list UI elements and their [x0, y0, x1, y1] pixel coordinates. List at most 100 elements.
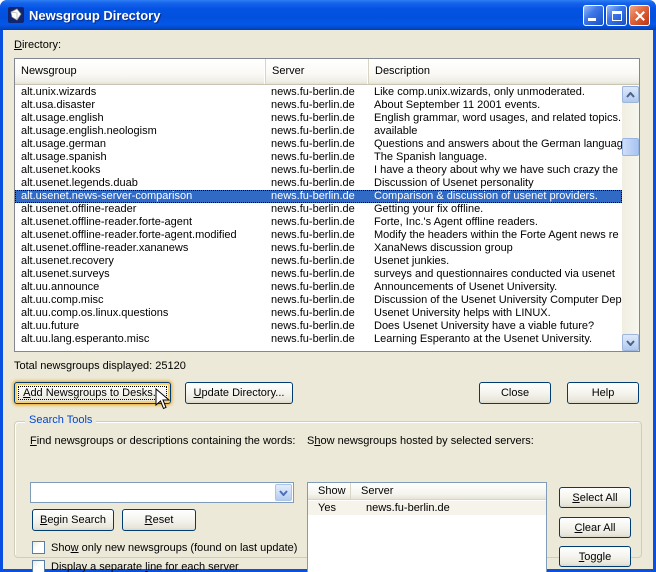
vertical-scrollbar[interactable] [622, 86, 639, 351]
select-all-label: Select All [572, 492, 618, 504]
find-label: Find newsgroups or descriptions containi… [30, 435, 296, 447]
cell-server: news.fu-berlin.de [271, 294, 355, 306]
table-row[interactable]: alt.usenet.offline-reader.forte-agent new… [15, 216, 622, 229]
update-directory-label: Update Directory... [193, 387, 285, 399]
cell-newsgroup: alt.usage.english [21, 112, 104, 124]
column-header-show[interactable]: Show [308, 483, 351, 499]
table-row[interactable]: alt.usage.spanish news.fu-berlin.de The Sp… [15, 151, 622, 164]
server-row[interactable]: Yes news.fu-berlin.de [308, 501, 546, 515]
close-button[interactable]: Close [479, 382, 551, 404]
table-row[interactable]: alt.uu.comp.os.linux.questions news.fu-be… [15, 307, 622, 320]
cell-description: Modify the headers within the Forte Agen… [374, 229, 619, 241]
table-row[interactable]: alt.usenet.legends.duab news.fu-berlin.de… [15, 177, 622, 190]
search-tools-group: Search Tools Find newsgroups or descript… [14, 414, 642, 572]
cell-server: news.fu-berlin.de [271, 268, 355, 280]
cell-server: news.fu-berlin.de [271, 190, 355, 202]
begin-search-button[interactable]: Begin Search [32, 509, 114, 531]
chevron-up-icon [626, 92, 635, 98]
table-row[interactable]: alt.uu.future news.fu-berlin.de Does Usene… [15, 320, 622, 333]
cell-server: news.fu-berlin.de [271, 333, 355, 345]
cell-description: About September 11 2001 events. [374, 99, 541, 111]
find-combobox[interactable] [30, 482, 294, 503]
cell-server: news.fu-berlin.de [271, 216, 355, 228]
select-all-button[interactable]: Select All [559, 487, 631, 508]
dialog-body: Directory: Newsgroup Server Description … [3, 30, 653, 572]
cell-description: Does Usenet University have a viable fut… [374, 320, 595, 332]
column-header-description[interactable]: Description [369, 59, 639, 84]
maximize-button[interactable] [606, 5, 627, 26]
cell-newsgroup: alt.usenet.surveys [21, 268, 110, 280]
reset-button[interactable]: Reset [122, 509, 196, 531]
cell-server: news.fu-berlin.de [271, 125, 355, 137]
scroll-down-button[interactable] [622, 334, 639, 351]
cell-description: The Spanish language. [374, 151, 488, 163]
cell-server: news.fu-berlin.de [271, 151, 355, 163]
cell-server: news.fu-berlin.de [271, 86, 355, 98]
cell-newsgroup: alt.usa.disaster [21, 99, 95, 111]
table-row[interactable]: alt.usenet.surveys news.fu-berlin.de surve… [15, 268, 622, 281]
table-row[interactable]: alt.unix.wizards news.fu-berlin.de Like co… [15, 86, 622, 99]
newsgroup-directory-window: Newsgroup Directory Directory: Newsgroup… [0, 0, 656, 572]
column-header-server[interactable]: Server [351, 483, 546, 499]
chevron-down-icon [626, 340, 635, 346]
table-row[interactable]: alt.uu.announce news.fu-berlin.de Announce… [15, 281, 622, 294]
clear-all-button[interactable]: Clear All [559, 517, 631, 538]
table-row[interactable]: alt.uu.comp.misc news.fu-berlin.de Discuss… [15, 294, 622, 307]
table-row[interactable]: alt.usenet.offline-reader.xananews news.f… [15, 242, 622, 255]
cell-newsgroup: alt.usenet.offline-reader.forte-agent [21, 216, 193, 228]
cell-server: news.fu-berlin.de [271, 203, 355, 215]
newsgroup-list[interactable]: Newsgroup Server Description alt.unix.wi… [14, 58, 640, 352]
cell-description: Usenet junkies. [374, 255, 450, 267]
cell-description: Questions and answers about the German l… [374, 138, 622, 150]
close-label: Close [500, 387, 530, 399]
cell-server: news.fu-berlin.de [271, 99, 355, 111]
cell-description: Comparison & discussion of usenet provid… [374, 190, 598, 202]
cell-server: news.fu-berlin.de [271, 112, 355, 124]
table-row[interactable]: alt.uu.lang.esperanto.misc news.fu-berlin… [15, 333, 622, 346]
cell-newsgroup: alt.usenet.news-server-comparison [21, 190, 193, 202]
toggle-button[interactable]: Toggle [559, 546, 631, 567]
table-row[interactable]: alt.usage.german news.fu-berlin.de Questio… [15, 138, 622, 151]
window-title: Newsgroup Directory [29, 7, 161, 23]
search-tools-title: Search Tools [25, 414, 97, 426]
show-new-checkbox[interactable] [32, 541, 45, 554]
cell-newsgroup: alt.usage.spanish [21, 151, 107, 163]
cell-description: XanaNews discussion group [374, 242, 513, 254]
mouse-cursor-icon [155, 388, 170, 410]
chevron-down-icon [279, 490, 288, 496]
separate-line-label: Display a separate line for each server [51, 560, 239, 572]
titlebar[interactable]: Newsgroup Directory [0, 0, 656, 30]
cell-server: news.fu-berlin.de [271, 307, 355, 319]
column-header-server[interactable]: Server [266, 59, 369, 84]
table-row[interactable]: alt.usenet.recovery news.fu-berlin.de Usen… [15, 255, 622, 268]
table-row[interactable]: alt.usage.english.neologism news.fu-berli… [15, 125, 622, 138]
cell-newsgroup: alt.uu.lang.esperanto.misc [21, 333, 150, 345]
table-row[interactable]: alt.usage.english news.fu-berlin.de Englis… [15, 112, 622, 125]
cell-description: Learning Esperanto at the Usenet Univers… [374, 333, 593, 345]
cell-newsgroup: alt.uu.announce [21, 281, 100, 293]
cell-newsgroup: alt.uu.future [21, 320, 80, 332]
find-input[interactable] [33, 484, 273, 500]
cell-description: English grammar, word usages, and relate… [374, 112, 622, 124]
cell-server: news.fu-berlin.de [271, 164, 355, 176]
table-row[interactable]: alt.usenet.news-server-comparison news.fu… [15, 190, 622, 203]
total-newsgroups-label: Total newsgroups displayed: 25120 [14, 360, 186, 372]
help-button[interactable]: Help [567, 382, 639, 404]
add-newsgroups-button[interactable]: Add Newsgroups to Desks... [14, 382, 171, 404]
update-directory-button[interactable]: Update Directory... [185, 382, 293, 404]
cell-server: news.fu-berlin.de [271, 177, 355, 189]
server-list[interactable]: Show Server Yes news.fu-berlin.de [307, 482, 547, 572]
combo-dropdown-button[interactable] [275, 484, 292, 501]
separate-line-checkbox[interactable] [32, 560, 45, 572]
column-header-newsgroup[interactable]: Newsgroup [15, 59, 266, 84]
cell-description: available [374, 125, 418, 137]
button-focus-rect [18, 386, 167, 400]
scrollbar-thumb[interactable] [622, 138, 639, 156]
table-row[interactable]: alt.usenet.kooks news.fu-berlin.de I have … [15, 164, 622, 177]
table-row[interactable]: alt.usa.disaster news.fu-berlin.de About S… [15, 99, 622, 112]
table-row[interactable]: alt.usenet.offline-reader.forte-agent.mo… [15, 229, 622, 242]
minimize-button[interactable] [583, 5, 604, 26]
table-row[interactable]: alt.usenet.offline-reader news.fu-berlin.… [15, 203, 622, 216]
close-window-button[interactable] [629, 5, 650, 26]
scroll-up-button[interactable] [622, 86, 639, 103]
